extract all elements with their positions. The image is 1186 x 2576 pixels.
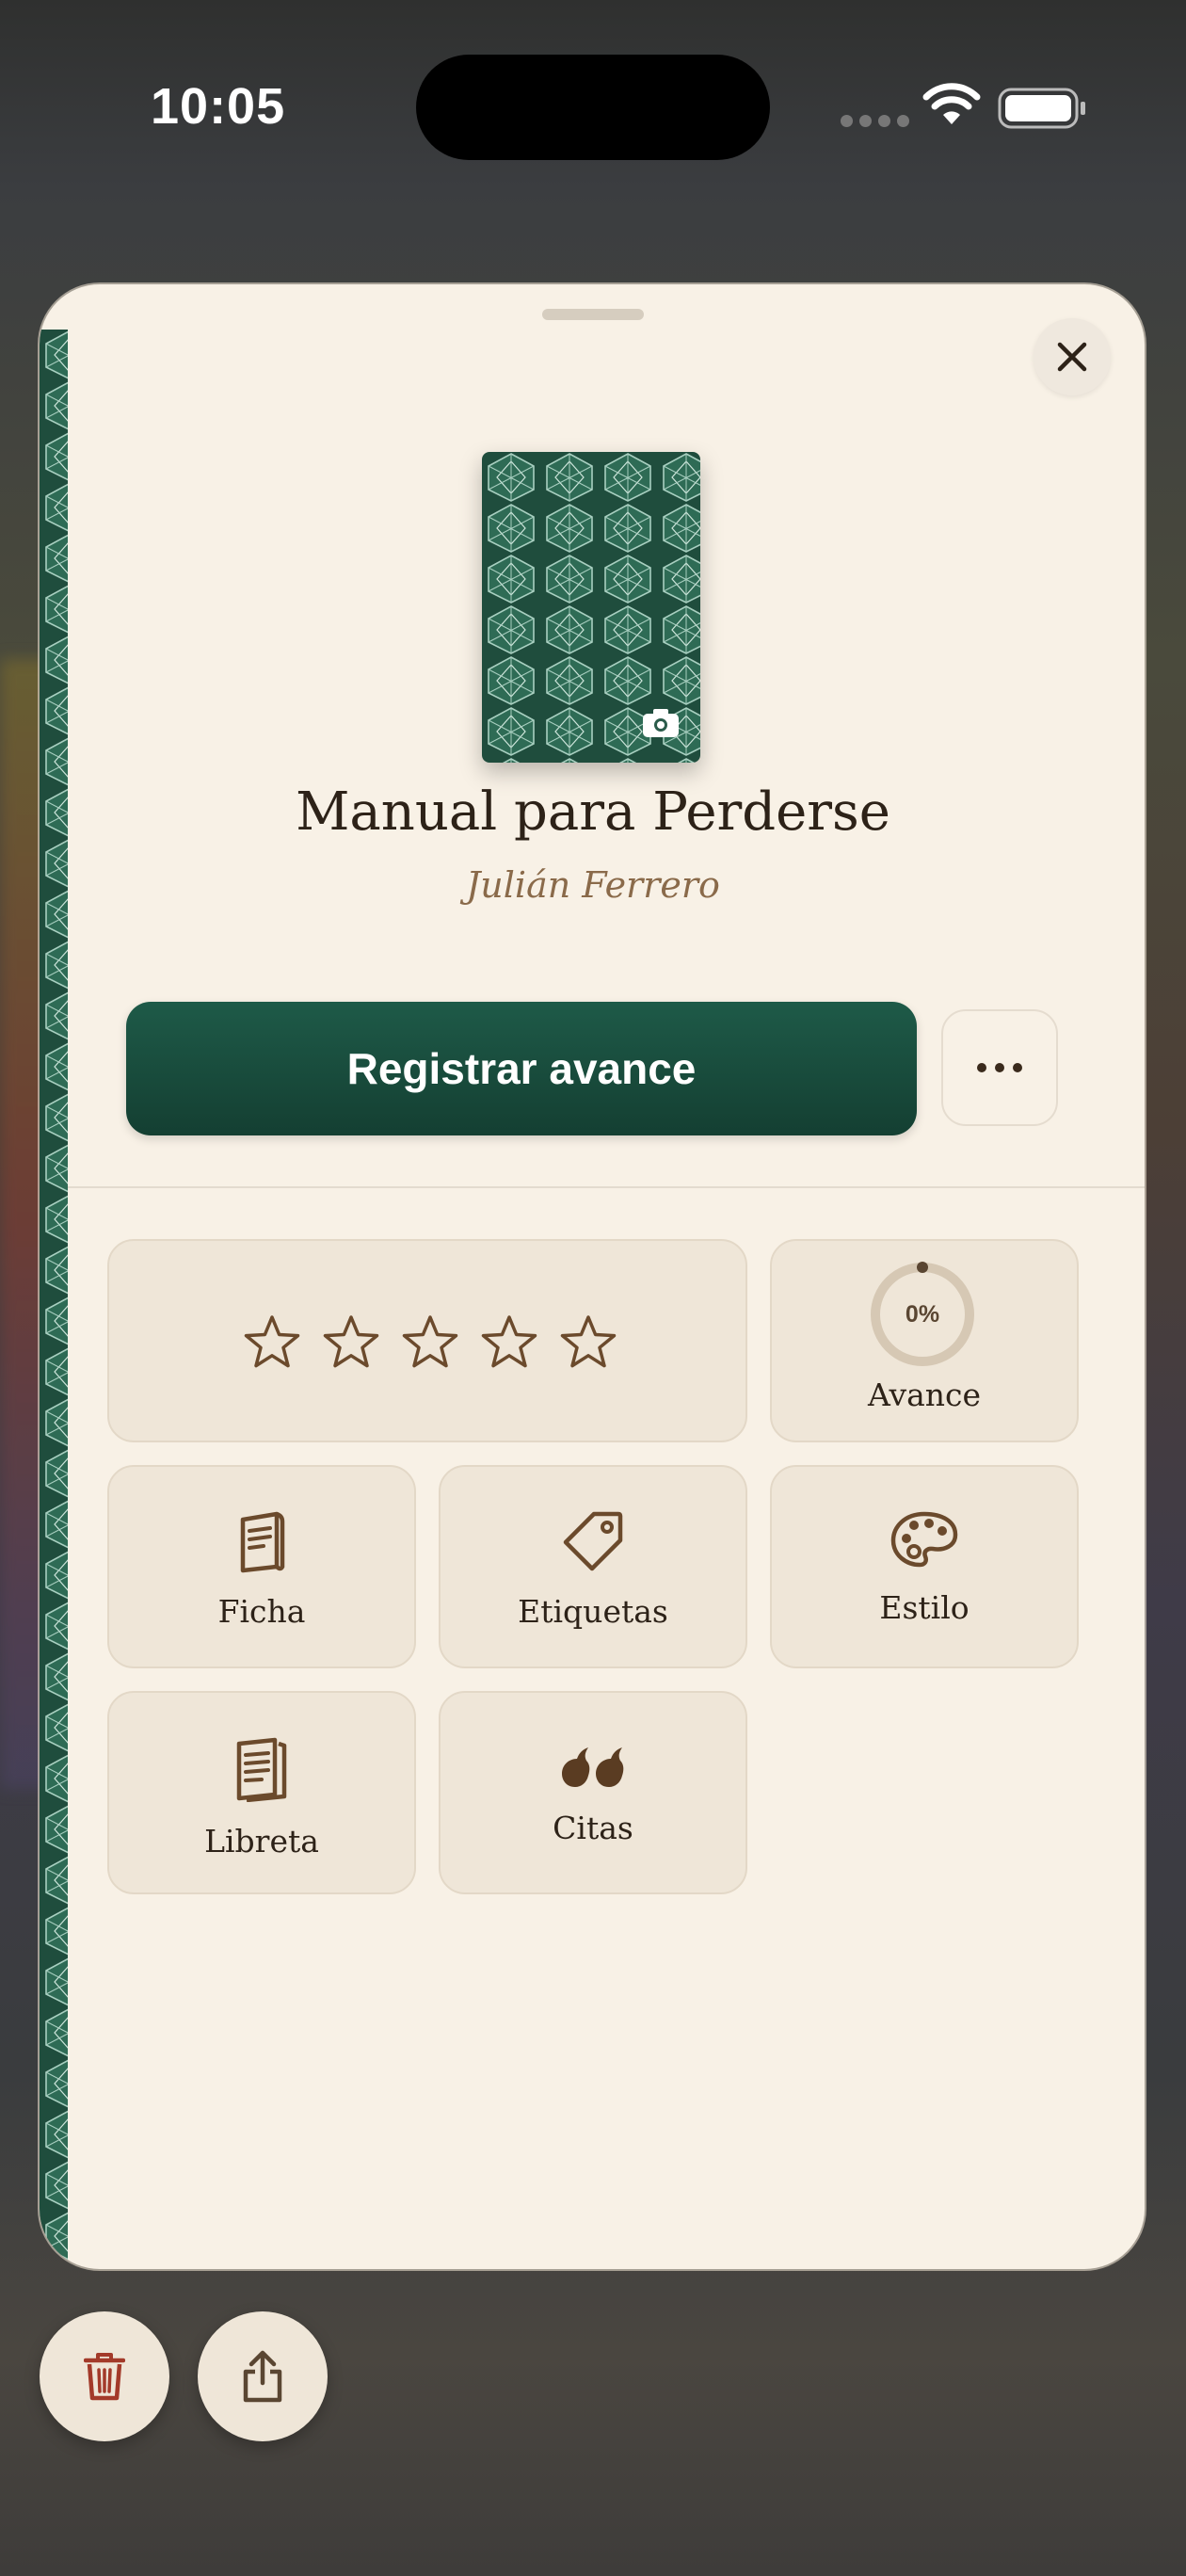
tile-label: Citas (553, 1810, 633, 1846)
document-icon (240, 1511, 285, 1573)
book-spine-pattern (40, 330, 68, 2269)
rating-tile[interactable] (107, 1239, 747, 1442)
book-title: Manual para Perderse (296, 781, 890, 843)
star-icon[interactable] (243, 1314, 301, 1371)
tile-etiquetas[interactable]: Etiquetas (439, 1465, 747, 1668)
wifi-icon (922, 83, 981, 124)
tile-label: Libreta (204, 1823, 319, 1860)
battery-icon (998, 88, 1085, 129)
tile-libreta[interactable]: Libreta (107, 1691, 416, 1894)
notebook-icon (236, 1737, 287, 1802)
share-icon (243, 2350, 282, 2403)
camera-icon[interactable] (642, 708, 680, 738)
progress-percent: 0% (905, 1300, 940, 1328)
cellular-signal-icon (841, 115, 909, 127)
palette-icon (890, 1511, 958, 1568)
star-icon[interactable] (559, 1314, 617, 1371)
tile-estilo[interactable]: Estilo (770, 1465, 1079, 1668)
divider (68, 1186, 1145, 1188)
progress-label: Avance (867, 1377, 982, 1413)
progress-ring: 0% (868, 1260, 977, 1369)
more-options-button[interactable] (941, 1009, 1058, 1126)
star-icon[interactable] (480, 1314, 538, 1371)
delete-button[interactable] (40, 2311, 169, 2441)
star-icon[interactable] (401, 1314, 459, 1371)
ellipsis-icon (977, 1063, 986, 1072)
share-button[interactable] (198, 2311, 328, 2441)
star-icon[interactable] (322, 1314, 380, 1371)
status-time: 10:05 (151, 78, 286, 135)
quote-icon (562, 1747, 624, 1787)
book-detail-sheet: Manual para Perderse Julián Ferrero Regi… (40, 284, 1145, 2269)
close-button[interactable] (1034, 318, 1111, 395)
tile-label: Etiquetas (518, 1593, 668, 1630)
tag-icon (563, 1511, 623, 1571)
sheet-grabber[interactable] (542, 309, 644, 320)
book-author: Julián Ferrero (466, 864, 720, 906)
tile-label: Ficha (217, 1593, 306, 1630)
dynamic-island (416, 55, 770, 160)
tile-ficha[interactable]: Ficha (107, 1465, 416, 1668)
register-progress-button[interactable]: Registrar avance (126, 1002, 917, 1135)
close-icon (1057, 342, 1087, 372)
trash-icon (84, 2353, 125, 2401)
tile-citas[interactable]: Citas (439, 1691, 747, 1894)
progress-tile[interactable]: 0% Avance (770, 1239, 1079, 1442)
star-rating[interactable] (243, 1314, 617, 1371)
tile-label: Estilo (879, 1589, 970, 1626)
